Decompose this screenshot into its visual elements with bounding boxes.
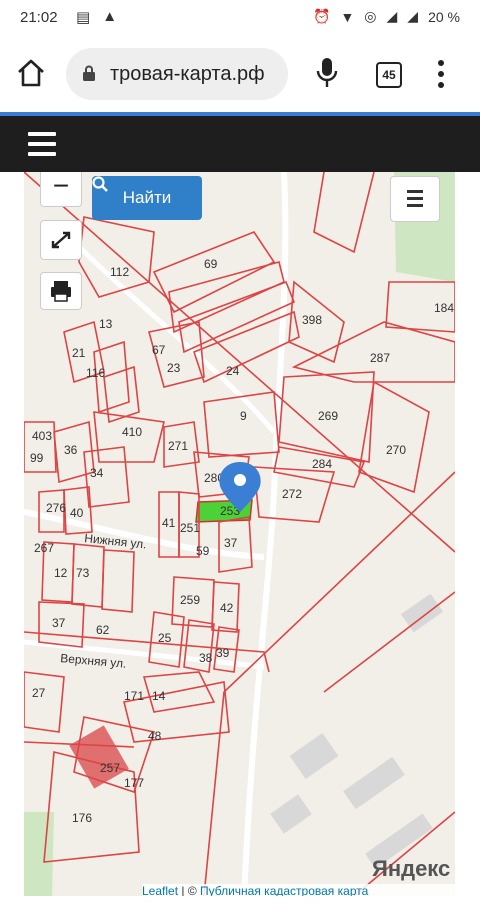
parcel-label: 272: [282, 487, 302, 501]
parcel-label: 284: [312, 457, 332, 471]
parcel-label: 13: [99, 317, 113, 331]
parcel-label: 12: [54, 566, 68, 580]
map-attribution: Leaflet | © Публичная кадастровая карта: [142, 884, 455, 896]
parcel-label: 41: [162, 516, 176, 530]
search-icon: [92, 176, 108, 192]
expand-icon: [51, 231, 71, 249]
parcel-label: 398: [302, 313, 322, 327]
search-button[interactable]: Найти: [92, 176, 202, 220]
status-time: 21:02: [20, 9, 58, 26]
parcel-label: 59: [196, 544, 210, 558]
parcel-label: 27: [32, 686, 46, 700]
alarm-icon: ⏰: [313, 8, 331, 24]
more-menu-icon[interactable]: [434, 58, 448, 90]
parcel-label: 14: [152, 689, 166, 703]
parcel-label: 287: [370, 351, 390, 365]
status-bar: 21:02 ▤ ▲ ⏰ ▼ ◎ ◢ ◢ 20 %: [0, 0, 480, 36]
fullscreen-button[interactable]: [40, 220, 82, 260]
address-bar[interactable]: тровая-карта.рф: [66, 48, 288, 100]
battery-text: 20 %: [428, 8, 460, 25]
notification-icon: ▤: [76, 9, 91, 26]
parcel-label: 9: [240, 409, 247, 423]
parcel-label: 38: [199, 651, 213, 665]
parcel-label: 271: [168, 439, 188, 453]
parcel-label: 42: [220, 601, 234, 615]
layers-menu-button[interactable]: [390, 176, 440, 222]
street-label: Верхняя ул.: [60, 651, 127, 671]
parcel-label: 410: [122, 425, 142, 439]
warning-icon: ▲: [102, 8, 118, 25]
signal-2-icon: ◢: [407, 8, 419, 24]
parcel-label: 184: [434, 301, 454, 315]
menu-icon[interactable]: [28, 132, 56, 156]
parcel-label: 267: [34, 541, 54, 555]
leaflet-link[interactable]: Leaflet: [142, 884, 178, 896]
parcel-label: 62: [96, 623, 110, 637]
yandex-logo: Яндекс: [372, 856, 451, 881]
volte-icon: ◎: [364, 8, 377, 24]
parcel-label: 24: [226, 364, 240, 378]
lock-icon: [83, 65, 95, 81]
browser-toolbar: тровая-карта.рф 45: [0, 36, 480, 112]
search-button-label: Найти: [122, 188, 172, 207]
parcel-label: 67: [152, 343, 166, 357]
parcel-label: 37: [52, 616, 66, 630]
parcel-label: 73: [76, 566, 90, 580]
print-button[interactable]: [40, 272, 82, 310]
home-icon[interactable]: [16, 58, 46, 88]
parcel-label: 39: [216, 646, 230, 660]
signal-icon: ◢: [386, 8, 398, 24]
parcel-label: 403: [32, 429, 52, 443]
parcel-label: 171: [124, 689, 144, 703]
parcel-label: 270: [386, 443, 406, 457]
site-header: [0, 116, 480, 172]
parcel-label: 116: [86, 366, 105, 380]
cadastral-map-link[interactable]: Публичная кадастровая карта: [200, 884, 368, 896]
parcel-label: 99: [30, 451, 44, 465]
zoom-out-button[interactable]: −: [40, 172, 82, 207]
parcel-label: 259: [180, 593, 200, 607]
parcel-label: 25: [158, 631, 172, 645]
cadastral-map[interactable]: 112 69 67 23 398 287 13 21 116 24 9 269 …: [24, 172, 455, 896]
parcel-label: 112: [110, 265, 129, 279]
parcel-label: 251: [180, 521, 200, 535]
parcel-label: 176: [72, 811, 92, 825]
parcel-label: 276: [46, 501, 66, 515]
parcel-label: 69: [204, 257, 218, 271]
list-icon: [407, 190, 423, 207]
parcel-label: 36: [64, 443, 78, 457]
parcel-label: 269: [318, 409, 338, 423]
parcel-label: 177: [124, 776, 144, 790]
parcel-label: 21: [72, 346, 86, 360]
parcel-label: 37: [224, 536, 238, 550]
microphone-icon[interactable]: [316, 56, 338, 90]
wifi-icon: ▼: [340, 8, 355, 25]
parcel-label: 257: [100, 761, 120, 775]
printer-icon: [51, 281, 71, 302]
url-text: тровая-карта.рф: [110, 63, 265, 85]
parcel-label: 48: [148, 729, 162, 743]
parcel-label: 34: [90, 466, 104, 480]
tab-switcher-button[interactable]: 45: [376, 62, 402, 88]
parcel-label: 23: [167, 361, 181, 375]
parcel-label: 40: [70, 506, 84, 520]
map-canvas[interactable]: 112 69 67 23 398 287 13 21 116 24 9 269 …: [24, 172, 455, 896]
